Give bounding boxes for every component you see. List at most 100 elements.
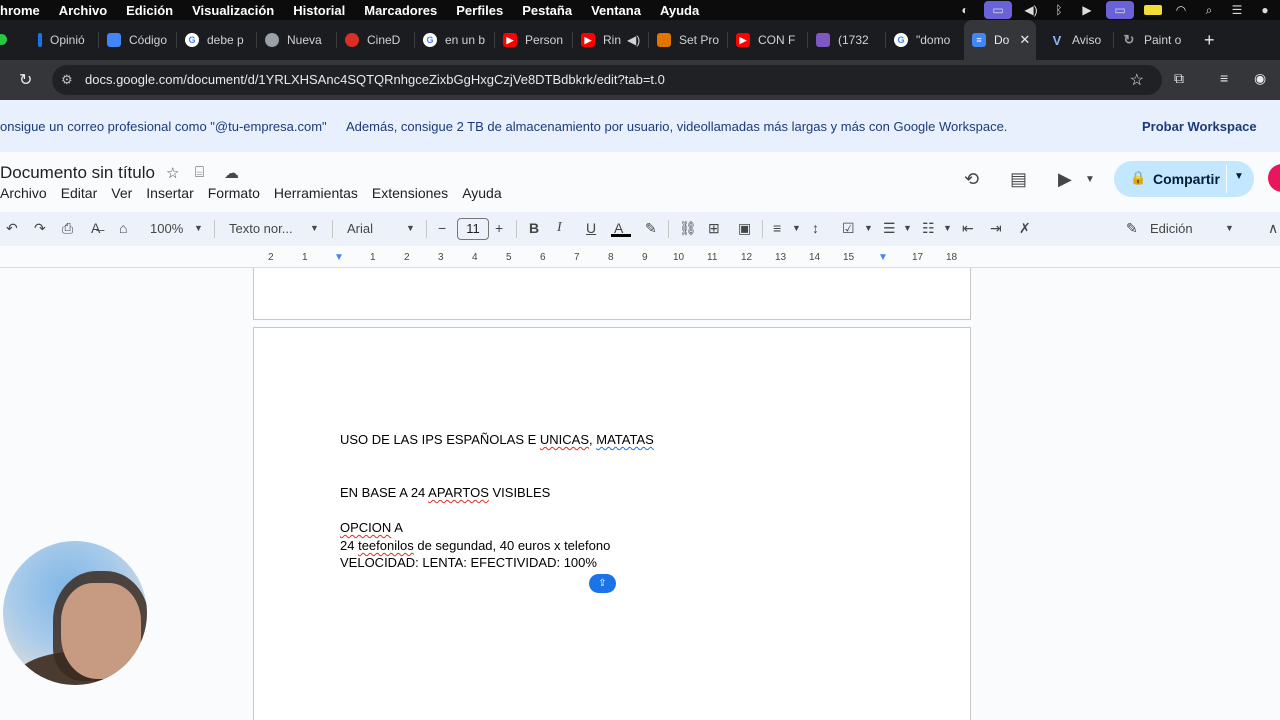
underline-icon[interactable]: U	[586, 220, 596, 236]
share-button[interactable]: 🔒 Compartir ▼	[1114, 161, 1254, 197]
tab-nueva[interactable]: Nueva	[257, 20, 337, 60]
align-icon[interactable]: ≡	[773, 220, 781, 236]
doc-line-2[interactable]: EN BASE A 24 APARTOS VISIBLES	[340, 485, 550, 500]
grammar-flagged-word[interactable]: MATATAS	[596, 432, 654, 447]
font-size-input[interactable]: 11	[457, 218, 489, 240]
menu-formato[interactable]: Formato	[208, 185, 260, 201]
tab-cined[interactable]: CineD	[337, 20, 415, 60]
style-select[interactable]: Texto nor...	[229, 221, 293, 236]
misspelled-word[interactable]: teefonilos	[358, 538, 414, 553]
close-tab-icon[interactable]: ✕	[1019, 32, 1030, 48]
doc-line-1[interactable]: USO DE LAS IPS ESPAÑOLAS E UNICAS, MATAT…	[340, 432, 654, 447]
menu-editar[interactable]: Editar	[61, 185, 98, 201]
doc-line-4[interactable]: 24 teefonilos de segundad, 40 euros x te…	[340, 538, 610, 553]
menubar-app-name[interactable]: hrome	[0, 3, 40, 18]
link-icon[interactable]: ⛓	[679, 220, 697, 237]
smart-compose-icon[interactable]: ⇪	[589, 574, 616, 593]
menubar-item-perfiles[interactable]: Perfiles	[456, 3, 503, 18]
style-dropdown-icon[interactable]: ▼	[310, 223, 319, 233]
menubar-item-ayuda[interactable]: Ayuda	[660, 3, 699, 18]
menubar-item-visualizacion[interactable]: Visualización	[192, 3, 274, 18]
tab-docs-active[interactable]: ≡ Do ✕	[964, 20, 1036, 60]
wifi-icon[interactable]: ◠	[1172, 3, 1190, 17]
menu-herramientas[interactable]: Herramientas	[274, 185, 358, 201]
font-dropdown-icon[interactable]: ▼	[406, 223, 415, 233]
menubar-item-archivo[interactable]: Archivo	[59, 3, 107, 18]
url-text[interactable]: docs.google.com/document/d/1YRLXHSAnc4SQ…	[85, 72, 665, 87]
tab-opinion[interactable]: Opinió	[30, 20, 99, 60]
collapse-menus-icon[interactable]: ∧	[1268, 220, 1278, 237]
tab-1732[interactable]: (1732	[808, 20, 886, 60]
bold-icon[interactable]: B	[529, 220, 539, 236]
paint-format-icon[interactable]: ⌂	[119, 220, 127, 236]
version-history-icon[interactable]: ⟲	[964, 169, 979, 190]
font-select[interactable]: Arial	[347, 221, 373, 236]
zoom-select[interactable]: 100%	[150, 221, 183, 236]
meet-icon[interactable]: ▶	[1058, 169, 1072, 190]
undo-icon[interactable]: ↶	[6, 220, 18, 237]
decrease-indent-icon[interactable]: ⇤	[962, 220, 974, 237]
document-title[interactable]: Documento sin título	[0, 163, 155, 183]
speaker-icon[interactable]: ◀)	[627, 33, 640, 47]
meet-dropdown-icon[interactable]: ▼	[1085, 174, 1095, 185]
redo-icon[interactable]: ↷	[34, 220, 46, 237]
move-folder-icon[interactable]: ⌸	[195, 164, 204, 181]
mode-dropdown-icon[interactable]: ▼	[1225, 223, 1234, 233]
tab-en-un[interactable]: G en un b	[415, 20, 495, 60]
siri-icon[interactable]: ●	[1256, 3, 1274, 17]
star-icon[interactable]: ☆	[166, 164, 179, 182]
numbered-list-icon[interactable]: ☷	[922, 220, 935, 237]
tab-aviso[interactable]: V Aviso	[1036, 20, 1114, 60]
reading-list-icon[interactable]: ≡	[1220, 70, 1228, 86]
menu-insertar[interactable]: Insertar	[146, 185, 193, 201]
doc-line-3[interactable]: OPCION A	[340, 520, 403, 535]
bulleted-list-icon[interactable]: ☰	[883, 220, 896, 237]
tab-paint[interactable]: ↻ Paint o	[1114, 20, 1194, 60]
editing-mode-select[interactable]: Edición	[1150, 221, 1193, 236]
address-bar[interactable]: ⚙ docs.google.com/document/d/1YRLXHSAnc4…	[52, 65, 1162, 95]
bookmark-star-icon[interactable]: ☆	[1130, 70, 1144, 90]
align-dropdown-icon[interactable]: ▼	[792, 223, 801, 233]
tab-set-pro[interactable]: Set Pro	[649, 20, 728, 60]
tab-con-f[interactable]: ▶ CON F	[728, 20, 808, 60]
print-icon[interactable]: ⎙	[62, 220, 73, 237]
screen-share-icon[interactable]: ◐	[956, 3, 974, 17]
highlight-icon[interactable]: ✎	[645, 220, 657, 237]
tab-debe[interactable]: G debe p	[177, 20, 257, 60]
tab-domo[interactable]: G "domo	[886, 20, 964, 60]
tab-codigo[interactable]: Código	[99, 20, 177, 60]
previous-page[interactable]	[253, 268, 971, 320]
bulleted-list-dropdown-icon[interactable]: ▼	[903, 223, 912, 233]
spellcheck-icon[interactable]: A̶	[91, 220, 100, 236]
menu-extensiones[interactable]: Extensiones	[372, 185, 448, 201]
volume-icon[interactable]: ◀)	[1022, 3, 1040, 17]
bluetooth-icon[interactable]: ᛒ	[1050, 3, 1068, 17]
comments-icon[interactable]: ▤	[1010, 169, 1027, 190]
menubar-item-historial[interactable]: Historial	[293, 3, 345, 18]
profile-icon[interactable]: ◉	[1254, 70, 1266, 87]
numbered-list-dropdown-icon[interactable]: ▼	[943, 223, 952, 233]
doc-line-5[interactable]: VELOCIDAD: LENTA: EFECTIVIDAD: 100%	[340, 555, 597, 570]
reload-icon[interactable]: ↻	[19, 70, 32, 90]
menu-ver[interactable]: Ver	[111, 185, 132, 201]
battery-icon[interactable]	[1144, 3, 1162, 17]
spotlight-search-icon[interactable]: ⌕	[1200, 3, 1218, 17]
try-workspace-button[interactable]: Probar Workspace	[1142, 119, 1257, 134]
play-icon[interactable]: ▶	[1078, 3, 1096, 17]
new-tab-icon[interactable]: +	[1204, 30, 1215, 51]
increase-font-size-icon[interactable]: +	[495, 220, 503, 236]
misspelled-word[interactable]: UNICAS	[540, 432, 589, 447]
window-zoom-button[interactable]	[0, 34, 7, 45]
line-spacing-icon[interactable]: ↕	[812, 220, 819, 236]
zoom-dropdown-icon[interactable]: ▼	[194, 223, 203, 233]
tab-rin[interactable]: ▶ Rin ◀)	[573, 20, 649, 60]
left-indent-marker-icon[interactable]: ▼	[334, 252, 344, 263]
insert-comment-icon[interactable]: ⊞	[708, 220, 720, 237]
cloud-status-icon[interactable]: ☁	[224, 164, 239, 182]
horizontal-ruler[interactable]: 2 1 ▼ 1 2 3 4 5 6 7 8 9 10 11 12 13 14 1…	[0, 250, 1280, 268]
clear-formatting-icon[interactable]: ✗	[1019, 220, 1031, 237]
menu-ayuda[interactable]: Ayuda	[462, 185, 501, 201]
tab-person[interactable]: ▶ Person	[495, 20, 573, 60]
checklist-icon[interactable]: ☑	[842, 220, 855, 237]
misspelled-word[interactable]: APARTOS	[428, 485, 489, 500]
